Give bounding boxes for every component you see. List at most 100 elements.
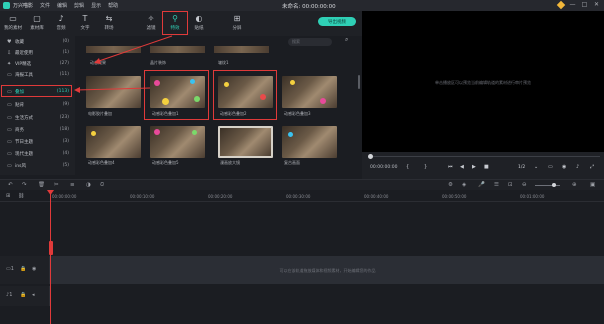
playhead[interactable] — [50, 193, 51, 324]
sidebar-item-poster-tools[interactable]: ▭ 海报工具 (11) — [0, 69, 75, 80]
tool-stickers[interactable]: ◐ 贴纸 — [188, 13, 210, 34]
sidebar-item-count: (27) — [59, 61, 69, 66]
search-input[interactable]: 搜索 — [288, 38, 332, 46]
layers-icon[interactable]: ☰ — [494, 182, 499, 188]
video-track-icon: ▭1 — [6, 266, 14, 272]
chevron-down-icon[interactable]: ⌄ — [534, 164, 538, 170]
sidebar-item-label: ins风 — [15, 163, 26, 169]
thumbnail[interactable] — [150, 46, 205, 53]
overlay-thumbnail[interactable] — [218, 126, 273, 158]
tool-label: 滤镜 — [146, 26, 156, 31]
folder-icon: ▭ — [7, 150, 12, 157]
thumbnail[interactable] — [214, 46, 269, 53]
add-track-icon[interactable]: ⊞ — [6, 193, 10, 199]
speed-icon[interactable]: ⏲ — [100, 182, 104, 189]
overlay-thumbnail[interactable] — [86, 76, 141, 108]
redo-icon[interactable]: ↷ — [22, 182, 27, 188]
preview-quality[interactable]: 1/2 — [518, 165, 525, 170]
export-button[interactable]: 导出视频 — [318, 17, 356, 26]
menu-help[interactable]: 帮助 — [108, 2, 118, 9]
speaker-icon[interactable]: ◂ — [32, 292, 35, 298]
sidebar-item-label: 生活方式 — [15, 115, 33, 121]
sidebar-item-modern[interactable]: ▭ 现代主题 (4) — [0, 148, 75, 159]
video-track[interactable]: 可以在该轨道拖放媒体和视频素材，开始编辑您的作品 — [51, 256, 604, 284]
color-icon[interactable]: ◑ — [86, 182, 91, 188]
tool-audio[interactable]: ♪ 音频 — [50, 13, 72, 34]
tool-text[interactable]: T 文字 — [74, 13, 96, 34]
project-title: 未命名: 00:00:00:00 — [282, 4, 336, 10]
zoom-handle[interactable] — [552, 183, 556, 187]
scrub-handle[interactable] — [368, 154, 373, 159]
sidebar-item-backdrop[interactable]: ▭ 贴背 (9) — [0, 99, 75, 110]
screen-icon[interactable]: ▭ — [548, 164, 553, 170]
zoom-in-icon[interactable]: ⊕ — [572, 182, 577, 188]
adjust-icon[interactable]: ≡ — [70, 182, 75, 188]
step-back-icon[interactable]: ⏮ — [448, 164, 453, 170]
undo-icon[interactable]: ↶ — [8, 182, 13, 188]
app-logo-icon — [3, 2, 10, 9]
grid-scrollbar[interactable] — [358, 75, 360, 89]
tool-my-media[interactable]: ▭ 我的素材 — [2, 13, 24, 34]
sidebar-item-count: (23) — [59, 115, 69, 120]
overlay-thumbnail[interactable] — [150, 126, 205, 158]
premium-gem-icon[interactable] — [556, 0, 566, 9]
minimize-button[interactable]: — — [569, 1, 576, 8]
menu-edit[interactable]: 编辑 — [57, 2, 67, 9]
preview-window[interactable]: 单击播放区可以预览当前编辑轨道的素材进行审片预览 — [362, 11, 604, 152]
color-dot — [288, 132, 293, 137]
timeline-ruler[interactable]: 00:00:00:00 00:00:10:00 00:00:20:00 00:0… — [0, 190, 604, 202]
thumbnail[interactable] — [86, 46, 141, 53]
zoom-out-icon[interactable]: ⊖ — [522, 182, 527, 188]
lock-icon[interactable]: 🔒 — [20, 292, 26, 298]
tool-filters[interactable]: ✧ 滤镜 — [140, 13, 162, 34]
play-icon[interactable]: ▶ — [472, 164, 476, 170]
mark-in-icon[interactable]: { — [406, 164, 409, 170]
sidebar-item-label: 商务 — [15, 127, 24, 133]
folder-icon: ▭ — [7, 71, 12, 78]
sidebar-item-ins-style[interactable]: ▭ ins风 (5) — [0, 160, 75, 171]
overlay-category-highlight — [1, 85, 72, 97]
fit-icon[interactable]: ▣ — [590, 182, 595, 188]
stop-icon[interactable]: ■ — [484, 164, 489, 170]
sidebar-item-recent[interactable]: ⇩ 最近使用 (1) — [0, 47, 75, 58]
sidebar-item-holiday[interactable]: ▭ 节日主题 (3) — [0, 136, 75, 147]
volume-icon[interactable]: ♪ — [576, 164, 579, 170]
delete-icon[interactable]: 🗑 — [38, 182, 45, 188]
snap-icon[interactable]: ⊡ — [508, 182, 513, 188]
sidebar-item-lifestyle[interactable]: ▭ 生活方式 (23) — [0, 112, 75, 123]
sidebar-item-vip[interactable]: ✦ VIP精选 (27) — [0, 58, 75, 69]
render-icon[interactable]: ⚙ — [448, 182, 453, 188]
shield-icon[interactable]: ◈ — [462, 182, 466, 188]
playhead-marker[interactable] — [49, 241, 53, 255]
eye-icon[interactable]: ◉ — [32, 266, 36, 272]
overlay-thumbnail[interactable] — [282, 76, 337, 108]
tool-split-screen[interactable]: ⊞ 分屏 — [226, 13, 248, 34]
video-track-header: ▭1 🔒 ◉ — [0, 256, 50, 284]
mark-out-icon[interactable]: } — [424, 164, 427, 170]
fullscreen-icon[interactable]: ⤢ — [590, 164, 594, 170]
overlay-thumbnail[interactable] — [282, 126, 337, 158]
scrub-bar[interactable] — [370, 156, 600, 157]
menu-view[interactable]: 显示 — [91, 2, 101, 9]
heart-icon: ♥ — [7, 38, 12, 45]
tool-transition[interactable]: ⇆ 转场 — [98, 13, 120, 34]
mic-icon[interactable]: 🎤 — [478, 182, 485, 188]
maximize-button[interactable]: □ — [581, 1, 588, 8]
search-icon[interactable]: ⌕ — [345, 36, 348, 44]
snapshot-icon[interactable]: ◉ — [562, 164, 566, 170]
overlay-thumbnail[interactable] — [86, 126, 141, 158]
split-icon: ⊞ — [233, 14, 241, 23]
color-dot — [192, 130, 197, 135]
zoom-slider[interactable] — [535, 185, 560, 186]
link-icon[interactable]: ⛓ — [18, 193, 24, 199]
sidebar-item-business[interactable]: ▭ 商务 (18) — [0, 124, 75, 135]
tool-stock[interactable]: ▢ 素材库 — [26, 13, 48, 34]
frame-back-icon[interactable]: ◀ — [460, 164, 464, 170]
sidebar-item-favorites[interactable]: ♥ 收藏 (0) — [0, 36, 75, 47]
lock-icon[interactable]: 🔒 — [20, 266, 26, 272]
close-button[interactable]: ✕ — [593, 1, 600, 8]
cut-icon[interactable]: ✂ — [54, 182, 59, 188]
sidebar-item-count: (0) — [62, 39, 69, 44]
menu-clip[interactable]: 剪辑 — [74, 2, 84, 9]
menu-file[interactable]: 文件 — [40, 2, 50, 9]
